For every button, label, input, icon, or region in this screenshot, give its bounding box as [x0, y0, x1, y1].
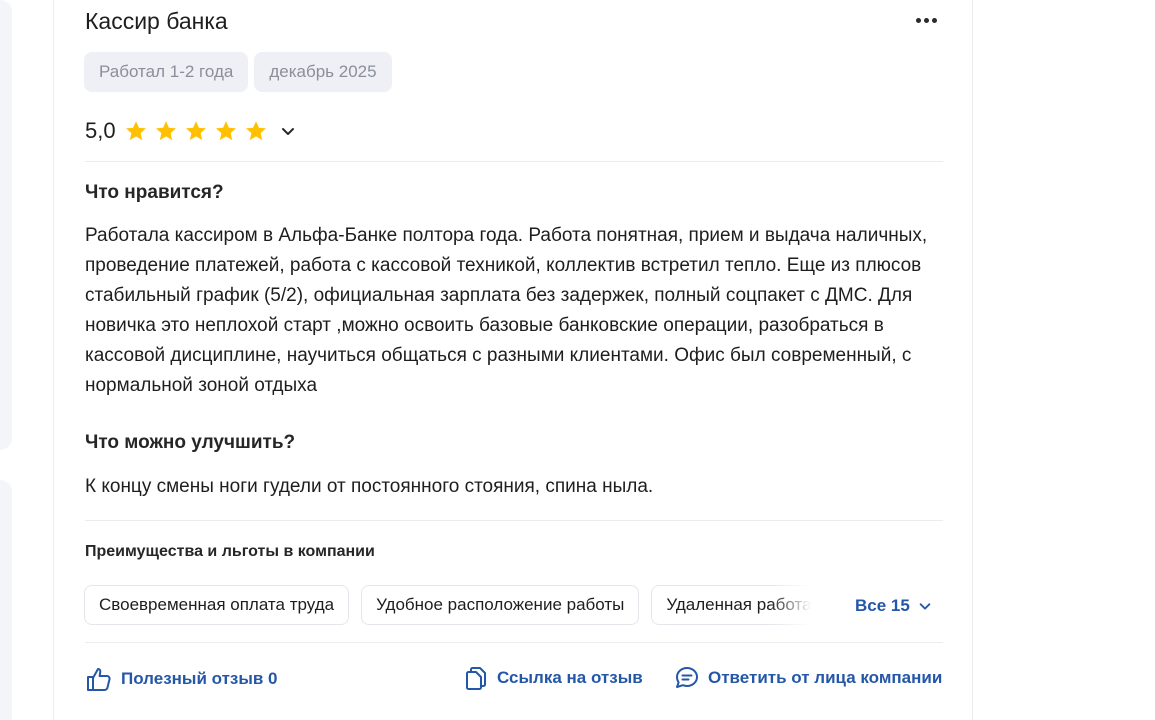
- chevron-down-icon[interactable]: [280, 123, 296, 139]
- star-icon: [125, 121, 146, 141]
- helpful-review-button[interactable]: Полезный отзыв 0: [85, 665, 278, 693]
- star-icon: [155, 121, 176, 141]
- benefit-chip[interactable]: Удобное расположение работы: [361, 585, 640, 625]
- pros-text: Работала кассиром в Альфа-Банке полтора …: [85, 225, 928, 396]
- helpful-review-label: Полезный отзыв 0: [121, 669, 278, 688]
- cons-text: К концу смены ноги гудели от постоянного…: [85, 476, 654, 497]
- benefits-title: Преимущества и льготы в компании: [85, 543, 375, 560]
- left-sidebar-panel-lower: [0, 480, 12, 720]
- tag-date: декабрь 2025: [254, 52, 392, 92]
- rating-row: 5,0: [85, 118, 296, 144]
- copy-link-icon: [466, 667, 486, 690]
- benefits-carousel[interactable]: Своевременная оплата труда Удобное распо…: [84, 585, 811, 625]
- divider: [85, 161, 943, 162]
- all-benefits-button[interactable]: Все 15: [855, 596, 932, 616]
- rating-stars: [124, 119, 268, 143]
- left-sidebar-panel: [0, 0, 12, 450]
- tag-experience: Работал 1-2 года: [84, 52, 249, 92]
- pros-title: Что нравится?: [85, 182, 224, 203]
- more-dots-icon: [915, 17, 921, 23]
- review-title: Кассир банка: [85, 8, 228, 34]
- all-benefits-label: Все 15: [855, 596, 910, 615]
- star-icon: [245, 121, 266, 141]
- review-tags: Работал 1-2 года декабрь 2025: [84, 52, 392, 92]
- star-icon: [215, 121, 236, 141]
- chat-bubble-icon: [676, 667, 698, 688]
- reply-as-company-button[interactable]: Ответить от лица компании: [674, 665, 942, 691]
- cons-title: Что можно улучшить?: [85, 432, 296, 453]
- carousel-fade: [771, 585, 811, 625]
- divider: [85, 520, 943, 521]
- benefit-chip[interactable]: Своевременная оплата труда: [84, 585, 350, 625]
- review-link-button[interactable]: Ссылка на отзыв: [463, 665, 643, 691]
- rating-value: 5,0: [85, 118, 116, 143]
- reply-as-company-label: Ответить от лица компании: [708, 668, 943, 687]
- more-options-button[interactable]: [910, 8, 942, 32]
- star-icon: [185, 121, 206, 141]
- thumbs-up-icon: [87, 668, 111, 691]
- divider: [85, 642, 943, 643]
- review-link-label: Ссылка на отзыв: [497, 668, 643, 687]
- chevron-down-icon: [919, 603, 931, 610]
